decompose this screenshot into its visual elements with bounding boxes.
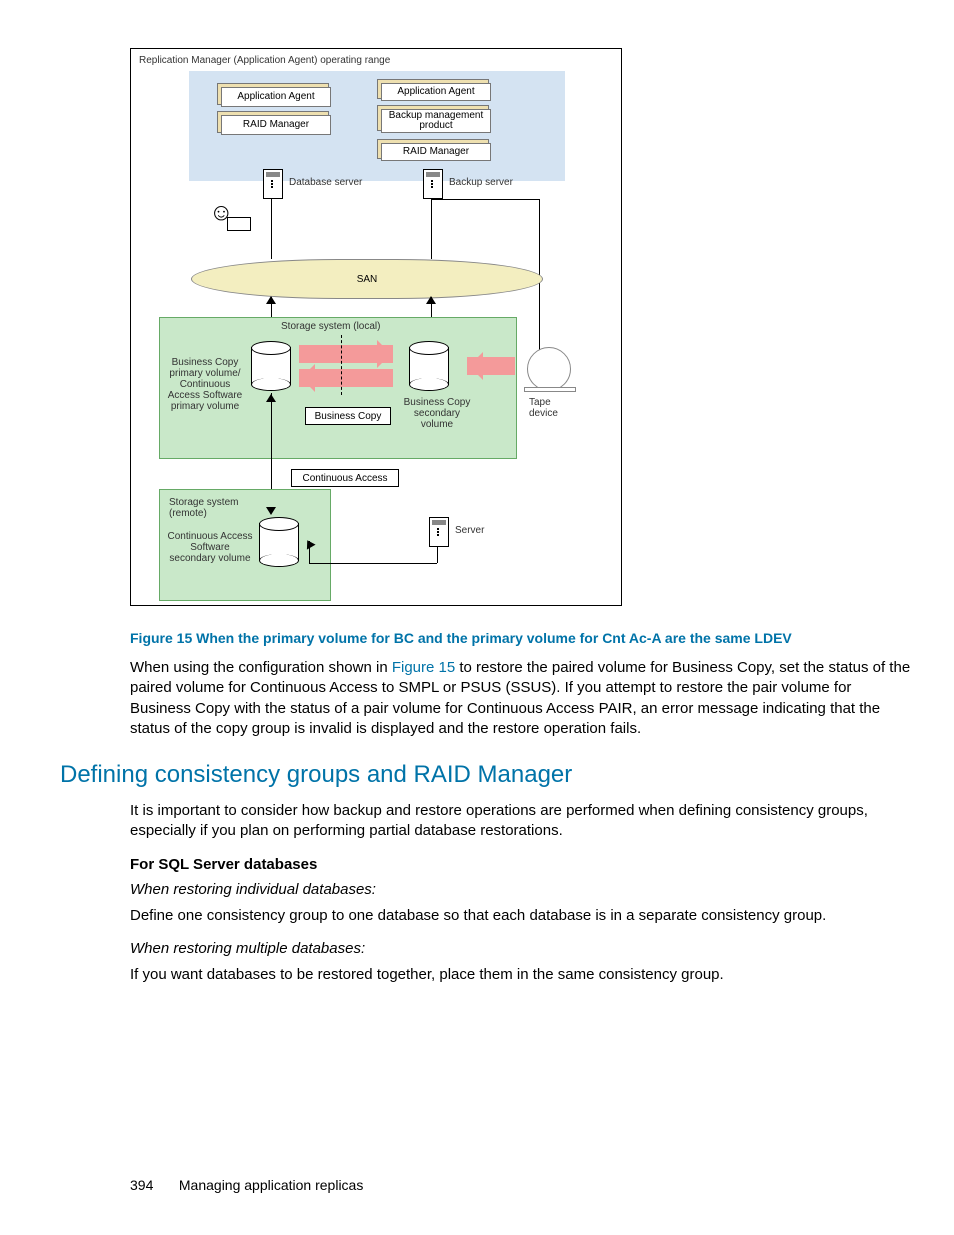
raid-manager-left: RAID Manager [217,111,329,133]
figure-caption: Figure 15 When the primary volume for BC… [130,630,914,646]
backup-server-icon [423,169,443,199]
continuous-access-box: Continuous Access [291,469,399,487]
ca-secondary-cylinder [259,517,299,567]
remote-server-label: Server [455,525,484,536]
paragraph-3: Define one consistency group to one data… [130,906,914,926]
tape-label: Tape device [529,397,579,419]
san-oval: SAN [191,259,543,299]
storage-remote-label: Storage system (remote) [169,497,249,519]
footer-label: Managing application replicas [179,1177,363,1193]
app-agent-left: Application Agent [217,83,329,105]
diagram-title: Replication Manager (Application Agent) … [139,55,390,66]
bc-pvol-label: Business Copy primary volume/ Continuous… [163,357,247,412]
copy-arrow-left [299,369,393,387]
bc-svol-label: Business Copy secondary volume [397,397,477,430]
figure-15-link[interactable]: Figure 15 [392,659,455,676]
copy-arrow-from-tape [467,357,515,375]
backup-mgmt-product: Backup management product [377,105,489,131]
bc-secondary-cylinder [409,341,449,391]
page-number: 394 [130,1177,175,1193]
storage-local-label: Storage system (local) [281,321,380,332]
italic-2: When restoring multiple databases: [130,940,914,957]
italic-1: When restoring individual databases: [130,881,914,898]
paragraph-1: When using the configuration shown in Fi… [130,658,914,739]
section-heading: Defining consistency groups and RAID Man… [60,761,914,789]
terminal-icon [227,217,251,231]
app-agent-right: Application Agent [377,79,489,99]
copy-arrow-right [299,345,393,363]
subsection-bold: For SQL Server databases [130,856,914,873]
database-server-icon [263,169,283,199]
paragraph-4: If you want databases to be restored tog… [130,965,914,985]
ca-svol-label: Continuous Access Software secondary vol… [167,531,253,564]
bc-primary-cylinder [251,341,291,391]
business-copy-box: Business Copy [305,407,391,425]
page-footer: 394 Managing application replicas [130,1177,363,1193]
paragraph-2: It is important to consider how backup a… [130,801,914,842]
figure-15: Replication Manager (Application Agent) … [130,48,914,610]
remote-server-icon [429,517,449,547]
dashed-divider [341,335,342,395]
backup-server-label: Backup server [449,177,513,188]
database-server-label: Database server [289,177,362,188]
raid-manager-right: RAID Manager [377,139,489,159]
tape-device-icon [527,347,571,391]
